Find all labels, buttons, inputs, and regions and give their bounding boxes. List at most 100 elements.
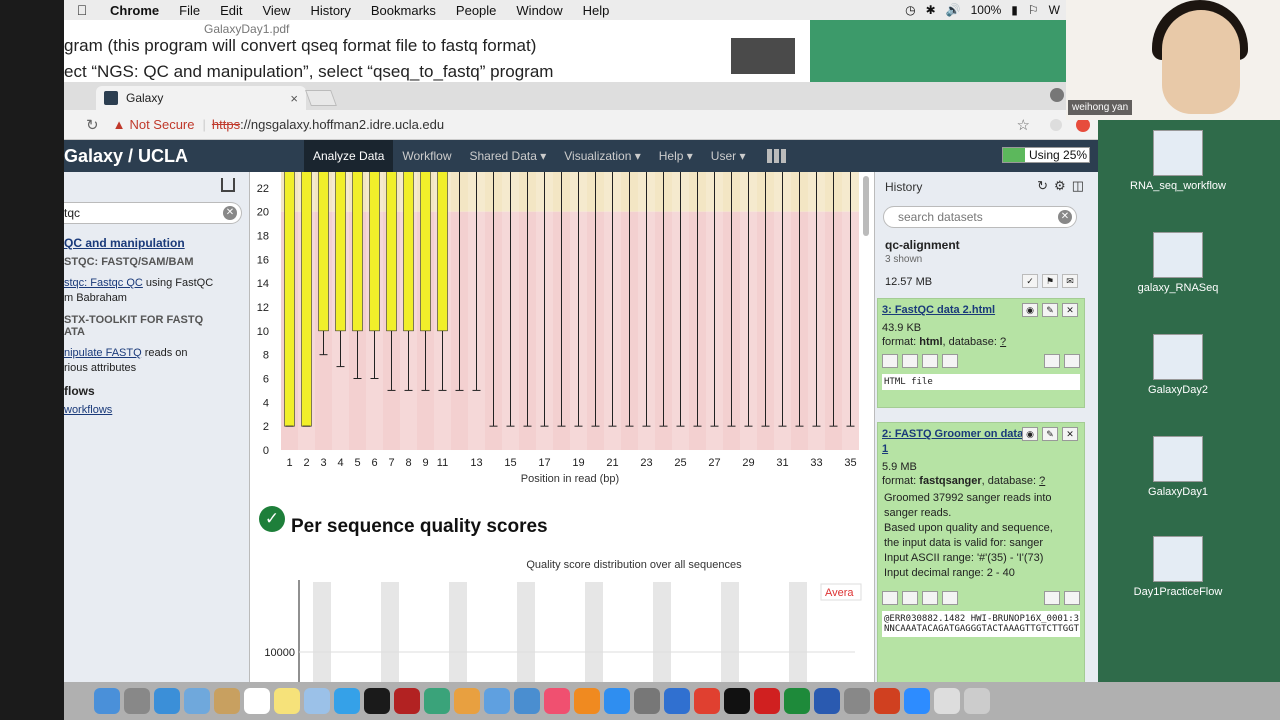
zoom-icon[interactable] bbox=[904, 688, 930, 714]
tab-close-icon[interactable]: × bbox=[290, 91, 298, 106]
clear-search-icon[interactable]: ✕ bbox=[223, 206, 237, 220]
preview-icon[interactable] bbox=[184, 688, 210, 714]
app-store-icon[interactable] bbox=[604, 688, 630, 714]
trash-icon[interactable] bbox=[964, 688, 990, 714]
save-icon[interactable] bbox=[882, 591, 898, 605]
refresh-icon[interactable]: ↻ bbox=[1037, 178, 1048, 194]
nav-analyze-data[interactable]: Analyze Data bbox=[304, 140, 394, 172]
menu-app[interactable]: Chrome bbox=[100, 3, 169, 18]
nav-workflow[interactable]: Workflow bbox=[393, 140, 460, 172]
save-icon[interactable] bbox=[882, 354, 898, 368]
menu-window[interactable]: Window bbox=[506, 3, 572, 18]
flag-icon[interactable]: ⚐ bbox=[1028, 3, 1039, 17]
history-name[interactable]: qc-alignment bbox=[885, 238, 960, 252]
tag-icon[interactable]: ⚑ bbox=[1042, 274, 1058, 288]
document-icon[interactable] bbox=[934, 688, 960, 714]
apple-icon[interactable]:  bbox=[64, 2, 100, 18]
extension-icon[interactable] bbox=[1050, 118, 1062, 131]
launchpad-icon[interactable] bbox=[124, 688, 150, 714]
gear-icon[interactable]: ⚙ bbox=[1054, 178, 1066, 194]
center-scrollbar[interactable] bbox=[863, 176, 869, 236]
nav-user[interactable]: User ▾ bbox=[702, 140, 755, 172]
warning-icon[interactable]: ▲ bbox=[113, 117, 126, 132]
tool-fastqc-link[interactable]: stqc: Fastqc QC bbox=[64, 277, 143, 289]
quicktime-icon[interactable] bbox=[364, 688, 390, 714]
delete-icon[interactable]: ✕ bbox=[1062, 427, 1078, 441]
delete-icon[interactable]: ✕ bbox=[1062, 303, 1078, 317]
menu-edit[interactable]: Edit bbox=[210, 3, 252, 18]
tag-icon[interactable] bbox=[1044, 591, 1060, 605]
comment-icon[interactable]: ✉ bbox=[1062, 274, 1078, 288]
columns-icon[interactable]: ◫ bbox=[1072, 178, 1084, 194]
tool-manipulate-link[interactable]: nipulate FASTQ bbox=[64, 347, 142, 359]
rerun-icon[interactable] bbox=[922, 354, 938, 368]
comment-icon[interactable] bbox=[1064, 591, 1080, 605]
safari-icon[interactable] bbox=[154, 688, 180, 714]
galaxy-brand[interactable]: Galaxy / UCLA bbox=[64, 146, 304, 167]
menu-bookmarks[interactable]: Bookmarks bbox=[361, 3, 446, 18]
eye-icon[interactable]: ◉ bbox=[1022, 427, 1038, 441]
bluetooth-icon[interactable]: ✱ bbox=[926, 3, 936, 17]
info-icon[interactable] bbox=[902, 354, 918, 368]
desktop-icon-galaxy-rnaseq[interactable]: galaxy_RNASeq bbox=[1118, 232, 1238, 294]
url-text[interactable]: ://ngsgalaxy.hoffman2.idre.ucla.edu bbox=[240, 117, 444, 132]
messages-icon[interactable] bbox=[334, 688, 360, 714]
clear-history-search-icon[interactable]: ✕ bbox=[1058, 210, 1072, 224]
usage-meter[interactable]: Using 25% bbox=[1002, 147, 1090, 163]
keynote-icon[interactable] bbox=[514, 688, 540, 714]
menu-history[interactable]: History bbox=[300, 3, 360, 18]
user-initial[interactable]: W bbox=[1049, 3, 1060, 17]
finder-icon[interactable] bbox=[94, 688, 120, 714]
url-scheme[interactable]: https bbox=[212, 117, 240, 132]
desktop-icon-day1practice[interactable]: Day1PracticeFlow bbox=[1118, 536, 1238, 598]
tool-fastqc-sam-bam[interactable]: STQC: FASTQ/SAM/BAM bbox=[64, 256, 244, 268]
terminal-icon[interactable] bbox=[724, 688, 750, 714]
not-secure-label[interactable]: Not Secure bbox=[129, 117, 194, 132]
profile-icon[interactable] bbox=[1050, 88, 1064, 102]
time-machine-icon[interactable]: ◷ bbox=[905, 3, 915, 17]
menu-view[interactable]: View bbox=[252, 3, 300, 18]
all-workflows-link[interactable]: workflows bbox=[64, 404, 244, 416]
word-icon[interactable] bbox=[814, 688, 840, 714]
photo-booth-icon[interactable] bbox=[394, 688, 420, 714]
tab-galaxy[interactable]: Galaxy × bbox=[96, 86, 306, 110]
calendar-icon[interactable] bbox=[244, 688, 270, 714]
system-preferences-icon[interactable] bbox=[634, 688, 660, 714]
eye-icon[interactable]: ◉ bbox=[1022, 303, 1038, 317]
menu-people[interactable]: People bbox=[446, 3, 506, 18]
excel-icon[interactable] bbox=[784, 688, 810, 714]
tool-manipulate-fastq[interactable]: nipulate FASTQ reads on rious attributes bbox=[64, 346, 244, 376]
pencil-icon[interactable]: ✎ bbox=[1042, 303, 1058, 317]
notes-icon[interactable] bbox=[274, 688, 300, 714]
apps-grid-icon[interactable] bbox=[766, 149, 787, 163]
nav-shared-data[interactable]: Shared Data ▾ bbox=[461, 140, 556, 172]
new-tab-button[interactable] bbox=[305, 90, 337, 106]
visualize-icon[interactable] bbox=[942, 591, 958, 605]
dataset-2-title[interactable]: 2: FASTQ Groomer on data 1 bbox=[878, 423, 1028, 457]
comment-icon[interactable] bbox=[1064, 354, 1080, 368]
info-icon[interactable] bbox=[902, 591, 918, 605]
powerpoint-icon[interactable] bbox=[874, 688, 900, 714]
tool-fastx-toolkit[interactable]: STX-TOOLKIT FOR FASTQ ATA bbox=[64, 314, 244, 338]
history-search-input[interactable]: search datasets ✕ bbox=[883, 206, 1077, 228]
visualize-icon[interactable] bbox=[942, 354, 958, 368]
reminders-icon[interactable] bbox=[304, 688, 330, 714]
chrome-icon[interactable] bbox=[694, 688, 720, 714]
battery-icon[interactable]: ▮ bbox=[1011, 3, 1018, 17]
desktop-icon-rna-workflow[interactable]: RNA_seq_workflow bbox=[1118, 130, 1238, 192]
database-link[interactable]: ? bbox=[1000, 336, 1006, 348]
desktop-icon-galaxyday1[interactable]: GalaxyDay1 bbox=[1118, 436, 1238, 498]
globe-icon[interactable] bbox=[664, 688, 690, 714]
volume-icon[interactable]: 🔊 bbox=[946, 3, 961, 17]
menu-file[interactable]: File bbox=[169, 3, 210, 18]
bookmark-star-icon[interactable]: ☆ bbox=[1017, 116, 1030, 134]
upload-icon[interactable] bbox=[221, 178, 235, 192]
tool-fastqc[interactable]: stqc: Fastqc QC using FastQC m Babraham bbox=[64, 276, 244, 306]
itunes-icon[interactable] bbox=[544, 688, 570, 714]
tool-search-input[interactable]: tqc ✕ bbox=[64, 202, 242, 224]
ibooks-icon[interactable] bbox=[574, 688, 600, 714]
tag-icon[interactable] bbox=[1044, 354, 1060, 368]
acrobat-icon[interactable] bbox=[754, 688, 780, 714]
contacts-icon[interactable] bbox=[214, 688, 240, 714]
database-link[interactable]: ? bbox=[1039, 475, 1045, 487]
